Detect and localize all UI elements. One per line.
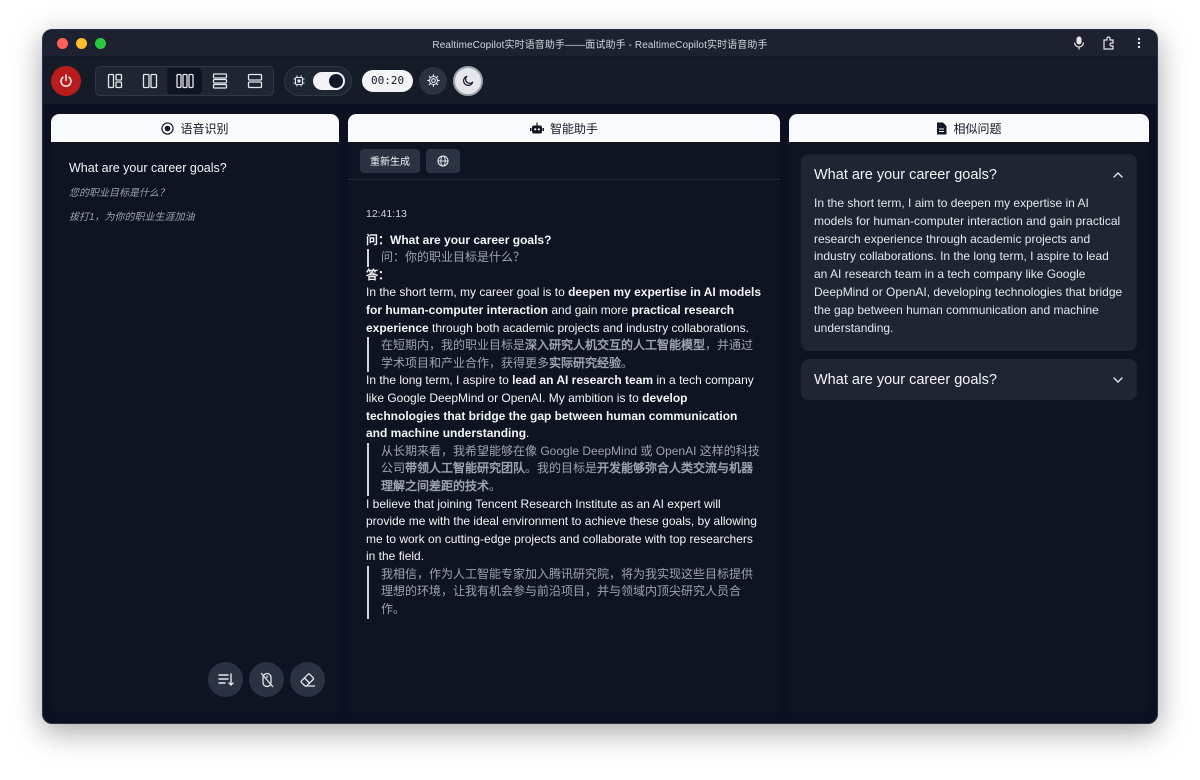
layout-rows-button[interactable]	[202, 68, 237, 94]
assistant-answer: 12:41:13 问：What are your career goals? 问…	[348, 180, 780, 619]
minimize-window-button[interactable]	[76, 38, 87, 49]
similar-question-card[interactable]: What are your career goals? In the short…	[801, 154, 1137, 352]
similar-questions-panel: 相似问题 What are your career goals? In the …	[789, 114, 1149, 713]
speech-actions	[208, 662, 325, 697]
similar-questions-header: 相似问题	[789, 114, 1149, 142]
p2zh-text-e: 。	[489, 478, 502, 493]
p2-bold-b: lead an AI research team	[512, 373, 654, 388]
speech-recognition-panel: 语音识别 What are your career goals? 您的职业目标是…	[51, 114, 339, 713]
similar-question-title: What are your career goals?	[814, 167, 997, 183]
layout-three-columns-icon	[175, 73, 194, 88]
title-actions	[1071, 35, 1147, 51]
mute-mouse-button[interactable]	[249, 662, 284, 697]
chevron-up-icon[interactable]	[1113, 172, 1123, 178]
extension-icon[interactable]	[1101, 35, 1117, 51]
maximize-window-button[interactable]	[95, 38, 106, 49]
speech-recognition-title: 语音识别	[180, 121, 229, 136]
similar-questions-title: 相似问题	[953, 121, 1002, 136]
answer-timestamp: 12:41:13	[366, 208, 407, 220]
answer-prefix-line: 答：	[366, 267, 762, 285]
transcript-note: 拔打1，为你的职业生涯加油	[69, 212, 195, 223]
regenerate-button[interactable]: 重新生成	[360, 148, 420, 173]
layout-sidebar-icon	[107, 73, 122, 88]
p1-text-a: In the short term, my career goal is to	[366, 285, 569, 300]
transcript-chinese: 您的职业目标是什么？	[69, 188, 169, 199]
model-toggle-switch[interactable]	[313, 71, 345, 90]
assistant-header: 智能助手	[348, 114, 780, 142]
answer-paragraph-2: In the long term, I aspire to lead an AI…	[366, 372, 762, 442]
robot-icon	[529, 122, 544, 133]
document-icon	[937, 122, 947, 134]
p1zh-text-a: 在短期内，我的职业目标是	[381, 338, 526, 353]
translate-button[interactable]	[426, 148, 460, 173]
eraser-icon	[300, 672, 315, 687]
p2zh-bold-b: 带领人工智能研究团队	[405, 461, 526, 476]
answer-translation-2: 从长期来看，我希望能够在像 Google DeepMind 或 OpenAI 这…	[367, 442, 762, 496]
p1-text-e: through both academic projects and indus…	[428, 320, 749, 335]
similar-question-title: What are your career goals?	[814, 372, 997, 389]
window-controls	[57, 38, 106, 49]
answer-translation-1: 在短期内，我的职业目标是深入研究人机交互的人工智能模型，并通过学术项目和产业合作…	[367, 337, 762, 373]
speech-recognition-header: 语音识别	[51, 114, 339, 142]
layout-three-columns-button[interactable]	[167, 67, 202, 94]
p1zh-bold-b: 深入研究人机交互的人工智能模型	[525, 338, 706, 353]
question-text: What are your career goals?	[390, 232, 552, 247]
p1zh-bold-d: 实际研究经验	[549, 355, 622, 370]
question-line: 问：What are your career goals?	[366, 232, 762, 250]
assistant-title: 智能助手	[549, 121, 598, 136]
moon-icon	[462, 75, 473, 86]
assistant-toolbar: 重新生成	[348, 142, 780, 180]
theme-toggle-button[interactable]	[453, 65, 484, 96]
similar-question-answer: In the short term, I aim to deepen my ex…	[814, 196, 1123, 335]
clear-transcript-button[interactable]	[290, 662, 325, 697]
app-window: RealtimeCopilot实时语音助手——面试助手 - RealtimeCo…	[42, 29, 1158, 724]
chevron-down-icon[interactable]	[1113, 377, 1123, 384]
title-bar: RealtimeCopilot实时语音助手——面试助手 - RealtimeCo…	[43, 30, 1157, 57]
layout-two-columns-icon	[142, 73, 157, 88]
layout-two-rows-button[interactable]	[237, 68, 272, 94]
question-prefix: 问：	[366, 232, 391, 247]
similar-questions-list: What are your career goals? In the short…	[789, 142, 1149, 420]
gear-icon	[426, 74, 440, 87]
layout-rows-icon	[212, 72, 227, 89]
p2-text-a: In the long term, I aspire to	[366, 373, 513, 388]
window-title: RealtimeCopilot实时语音助手——面试助手 - RealtimeCo…	[432, 39, 768, 51]
answer-translation-3: 我相信，作为人工智能专家加入腾讯研究院，将为我实现这些目标提供理想的环境，让我有…	[367, 565, 762, 619]
p1-text-c: and gain more	[548, 302, 632, 317]
assistant-panel: 智能助手 重新生成 12:41:13 问：What are your caree…	[348, 114, 780, 713]
globe-icon	[437, 154, 449, 167]
transcript-english: What are your career goals?	[69, 161, 227, 175]
layout-switcher	[95, 65, 274, 96]
answer-paragraph-3: I believe that joining Tencent Research …	[366, 496, 757, 564]
p2-text-e: .	[526, 426, 530, 441]
settings-button[interactable]	[419, 66, 448, 95]
mouse-off-icon	[260, 672, 273, 687]
power-icon	[60, 73, 72, 87]
chip-icon	[293, 75, 305, 86]
list-send-icon	[217, 672, 234, 686]
panels-container: 语音识别 What are your career goals? 您的职业目标是…	[51, 114, 1149, 713]
p1zh-text-e: 。	[621, 355, 634, 370]
question-translation: 问：你的职业目标是什么？	[367, 249, 762, 267]
answer-paragraph-1: In the short term, my career goal is to …	[366, 284, 762, 337]
similar-question-card[interactable]: What are your career goals?	[801, 359, 1137, 401]
microphone-icon[interactable]	[1071, 35, 1087, 51]
similar-question-header[interactable]: What are your career goals?	[801, 359, 1137, 400]
close-window-button[interactable]	[57, 38, 68, 49]
layout-sidebar-left-button[interactable]	[97, 68, 132, 94]
power-button[interactable]	[51, 65, 81, 96]
more-menu-icon[interactable]	[1131, 35, 1147, 51]
chip-toggle-group	[284, 65, 352, 96]
p2zh-text-c: 。我的目标是	[525, 461, 598, 476]
layout-two-rows-icon	[247, 73, 262, 88]
answer-prefix: 答：	[366, 267, 391, 282]
layout-two-columns-button[interactable]	[132, 68, 167, 94]
similar-question-header[interactable]: What are your career goals?	[801, 154, 1137, 195]
record-icon	[161, 121, 175, 135]
send-to-assistant-button[interactable]	[208, 662, 243, 697]
main-toolbar: 00:20	[43, 57, 1157, 105]
speech-transcript: What are your career goals? 您的职业目标是什么？ 拔…	[51, 142, 339, 251]
session-timer: 00:20	[362, 69, 414, 92]
